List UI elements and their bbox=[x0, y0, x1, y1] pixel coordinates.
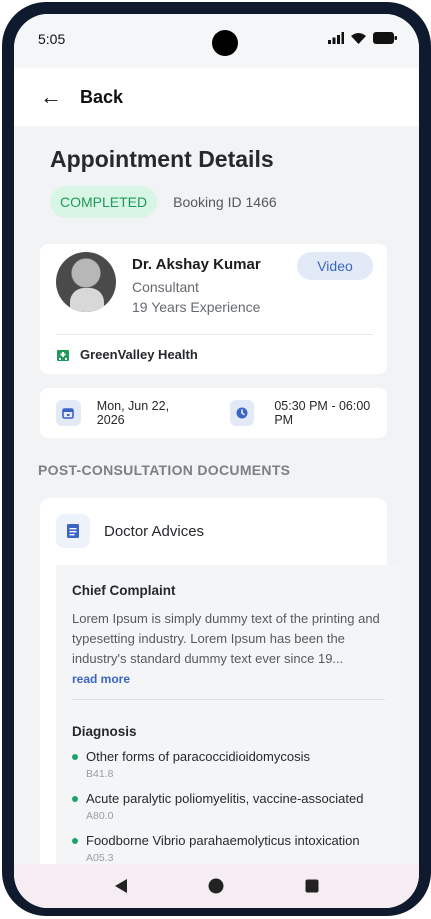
chief-complaint-title: Chief Complaint bbox=[72, 583, 176, 598]
doctor-advices-header[interactable]: Doctor Advices bbox=[56, 514, 204, 548]
doctor-name: Dr. Akshay Kumar bbox=[132, 256, 261, 273]
clinic-name: GreenValley Health bbox=[80, 347, 198, 362]
divider bbox=[72, 699, 385, 700]
nav-home-icon[interactable] bbox=[208, 878, 224, 894]
advice-panel: Chief Complaint Lorem Ipsum is simply du… bbox=[56, 565, 401, 908]
appointment-date: Mon, Jun 22, 2026 bbox=[96, 399, 170, 427]
doctor-card[interactable]: Dr. Akshay Kumar Consultant 19 Years Exp… bbox=[40, 244, 387, 374]
phone-device: 5:05 ← Back Appointment Details COMPLETE… bbox=[0, 0, 431, 919]
calendar-icon bbox=[56, 400, 81, 426]
status-time: 5:05 bbox=[38, 31, 66, 47]
clock-icon bbox=[229, 400, 255, 426]
nav-recents-icon[interactable] bbox=[305, 879, 319, 893]
chief-complaint-text: Lorem Ipsum is simply dummy text of the … bbox=[72, 611, 380, 666]
doctor-avatar bbox=[56, 252, 116, 312]
hospital-icon bbox=[57, 349, 69, 361]
back-arrow-icon[interactable]: ← bbox=[40, 86, 62, 108]
device-frame: 5:05 ← Back Appointment Details COMPLETE… bbox=[2, 2, 431, 916]
bullet-icon bbox=[72, 838, 78, 844]
appointment-time: 05:30 PM - 06:00 PM bbox=[274, 399, 371, 427]
appointment-status-row: COMPLETED Booking ID 1466 bbox=[50, 186, 277, 218]
wifi-icon bbox=[351, 33, 366, 44]
clinic-row: GreenValley Health bbox=[56, 347, 198, 362]
doctor-advices-title: Doctor Advices bbox=[104, 522, 205, 540]
diagnosis-name: Acute paralytic poliomyelitis, vaccine-a… bbox=[86, 791, 364, 806]
app-bar: ← Back bbox=[14, 68, 419, 126]
bullet-icon bbox=[72, 754, 78, 760]
read-more-link[interactable]: read more bbox=[72, 672, 130, 686]
page-title: Appointment Details bbox=[50, 146, 274, 172]
status-bar: 5:05 bbox=[14, 14, 419, 68]
signal-icon bbox=[328, 32, 344, 44]
diagnosis-code: A05.3 bbox=[86, 852, 114, 864]
diagnosis-code: A80.0 bbox=[86, 810, 114, 822]
diagnosis-name: Foodborne Vibrio parahaemolyticus intoxi… bbox=[86, 833, 360, 848]
doctor-experience: 19 Years Experience bbox=[132, 299, 261, 315]
doctor-role: Consultant bbox=[132, 279, 199, 295]
section-label: POST-CONSULTATION DOCUMENTS bbox=[38, 462, 291, 478]
app-screen: 5:05 ← Back Appointment Details COMPLETE… bbox=[14, 14, 419, 908]
diagnosis-code: B41.8 bbox=[86, 768, 114, 780]
system-nav-bar bbox=[14, 864, 419, 908]
consult-type-badge[interactable]: Video bbox=[297, 252, 373, 280]
diagnosis-title: Diagnosis bbox=[72, 724, 137, 739]
doctor-advices-card: Doctor Advices Chief Complaint Lorem Ips… bbox=[40, 498, 401, 908]
bullet-icon bbox=[72, 796, 78, 802]
schedule-card: Mon, Jun 22, 2026 05:30 PM - 06:00 PM bbox=[40, 388, 387, 438]
nav-back-icon[interactable] bbox=[114, 878, 128, 894]
status-icons bbox=[328, 32, 397, 44]
camera-cutout bbox=[212, 30, 238, 56]
back-button[interactable]: Back bbox=[80, 87, 123, 108]
booking-id: Booking ID 1466 bbox=[173, 194, 277, 210]
battery-icon bbox=[373, 32, 397, 44]
document-icon bbox=[56, 514, 90, 548]
status-badge: COMPLETED bbox=[50, 186, 158, 218]
divider bbox=[56, 334, 373, 335]
diagnosis-name: Other forms of paracoccidioidomycosis bbox=[86, 749, 310, 764]
